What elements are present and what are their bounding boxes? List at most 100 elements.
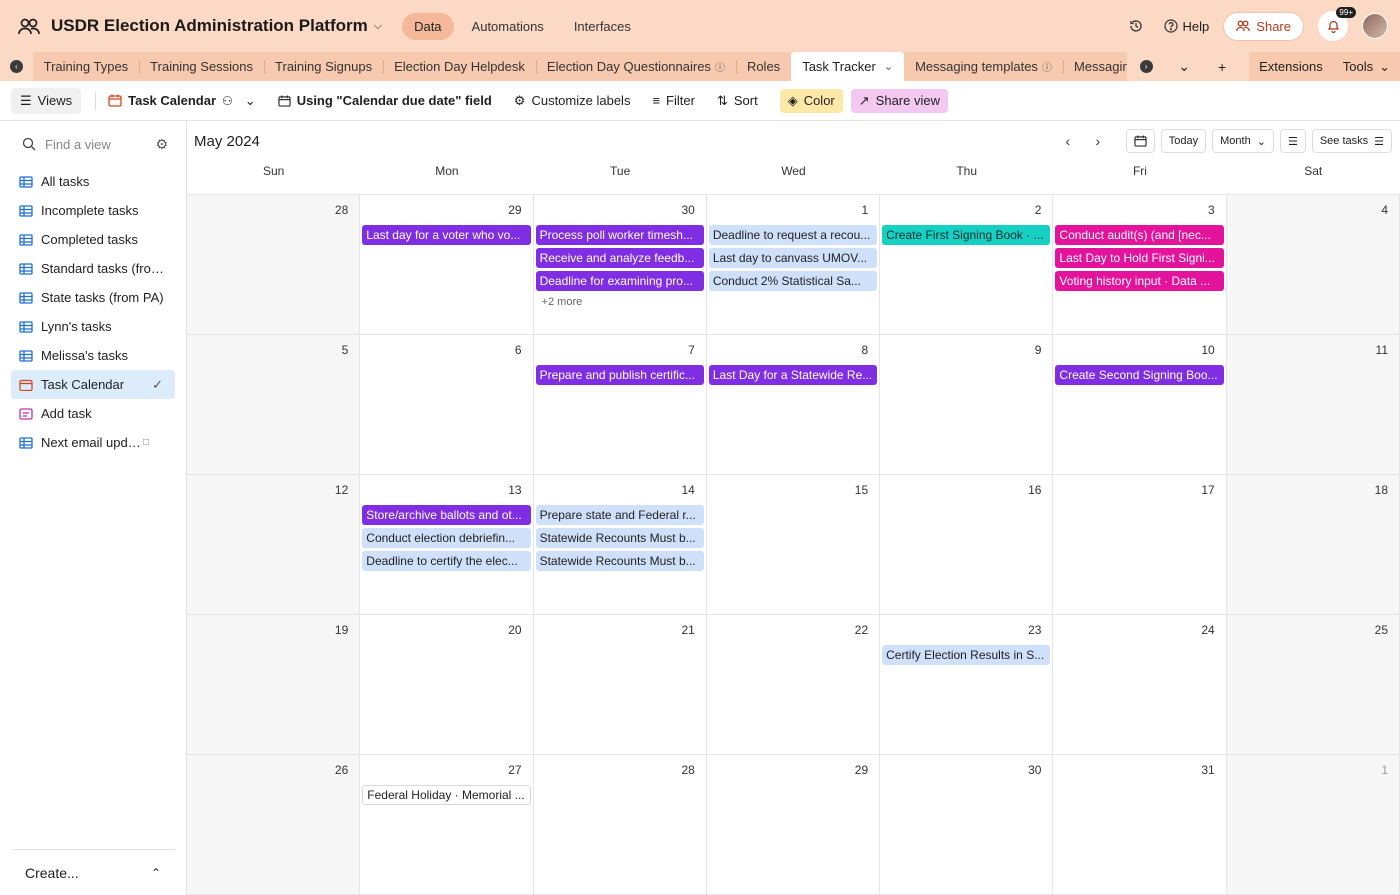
- tab-election-day-helpdesk[interactable]: Election Day Helpdesk: [383, 52, 536, 81]
- views-toggle-button[interactable]: ☰ Views: [11, 87, 82, 114]
- extensions-button[interactable]: Extensions: [1249, 52, 1333, 81]
- calendar-day-cell[interactable]: 9: [880, 335, 1054, 475]
- tab-task-tracker[interactable]: Task Tracker ⌄: [791, 52, 905, 81]
- all-tables-chevron-icon[interactable]: ⌄: [1165, 52, 1203, 81]
- calendar-day-cell[interactable]: 2 Create First Signing Book · ...: [880, 195, 1054, 335]
- calendar-event[interactable]: Process poll worker timesh...: [535, 225, 704, 245]
- tab-training-types[interactable]: Training Types: [33, 52, 140, 81]
- base-title[interactable]: USDR Election Administration Platform: [51, 16, 368, 36]
- calendar-day-cell[interactable]: 1: [1226, 755, 1400, 895]
- scroll-tabs-left-button[interactable]: ‹: [0, 52, 33, 81]
- calendar-day-cell[interactable]: 29 Last day for a voter who vo...: [360, 195, 534, 335]
- filter-button[interactable]: ≡ Filter: [652, 93, 694, 108]
- calendar-event[interactable]: Create First Signing Book · ...: [882, 225, 1051, 245]
- calendar-day-cell[interactable]: 3 Conduct audit(s) (and [nec... Last Day t…: [1053, 195, 1227, 335]
- sidebar-view-item[interactable]: Next email update □: [11, 428, 175, 457]
- sidebar-toggle-button[interactable]: ☰: [1279, 129, 1306, 153]
- share-button[interactable]: Share: [1223, 11, 1304, 41]
- calendar-event[interactable]: Statewide Recounts Must b...: [535, 551, 704, 571]
- calendar-day-cell[interactable]: 25: [1226, 615, 1400, 755]
- date-field-button[interactable]: Using "Calendar due date" field: [278, 93, 492, 108]
- calendar-event[interactable]: Prepare state and Federal r...: [535, 505, 704, 525]
- calendar-day-cell[interactable]: 7 Prepare and publish certific...: [533, 335, 707, 475]
- base-people-icon[interactable]: [18, 15, 40, 37]
- info-icon[interactable]: ⓘ: [715, 59, 725, 74]
- tools-button[interactable]: Tools ⌄: [1333, 52, 1400, 81]
- see-tasks-button[interactable]: See tasks ☰: [1311, 129, 1392, 153]
- calendar-day-cell[interactable]: 18: [1226, 475, 1400, 615]
- calendar-day-cell[interactable]: 31: [1053, 755, 1227, 895]
- find-view-input[interactable]: Find a view: [45, 137, 155, 152]
- calendar-event[interactable]: Receive and analyze feedb...: [535, 248, 704, 268]
- calendar-event[interactable]: Last Day to Hold First Signi...: [1055, 248, 1224, 268]
- share-view-button[interactable]: ↗ Share view: [850, 88, 948, 113]
- sort-button[interactable]: ⇅ Sort: [717, 93, 758, 109]
- calendar-day-cell[interactable]: 30: [880, 755, 1054, 895]
- nav-automations[interactable]: Automations: [460, 13, 556, 40]
- sidebar-view-item[interactable]: Incomplete tasks: [11, 196, 175, 225]
- tab-messaging-log[interactable]: Messaging log: [1062, 52, 1127, 81]
- add-table-plus-icon[interactable]: +: [1203, 52, 1241, 81]
- calendar-day-cell[interactable]: 8 Last Day for a Statewide Re...: [706, 335, 881, 475]
- calendar-event[interactable]: Conduct election debriefin...: [362, 528, 531, 548]
- calendar-day-cell[interactable]: 20: [360, 615, 534, 755]
- sidebar-view-item[interactable]: Lynn's tasks: [11, 312, 175, 341]
- calendar-day-cell[interactable]: 13 Store/archive ballots and ot... Conduct…: [360, 475, 534, 615]
- calendar-event[interactable]: Store/archive ballots and ot...: [362, 505, 531, 525]
- calendar-event[interactable]: Last Day for a Statewide Re...: [708, 365, 878, 385]
- sidebar-view-item[interactable]: Completed tasks: [11, 225, 175, 254]
- sidebar-view-item[interactable]: Add task: [11, 399, 175, 428]
- calendar-event[interactable]: Last day for a voter who vo...: [362, 225, 531, 245]
- calendar-day-cell[interactable]: 24: [1053, 615, 1227, 755]
- calendar-day-cell[interactable]: 19: [187, 615, 361, 755]
- calendar-event[interactable]: Create Second Signing Boo...: [1055, 365, 1224, 385]
- calendar-day-cell[interactable]: 28: [533, 755, 707, 895]
- calendar-event[interactable]: Prepare and publish certific...: [535, 365, 704, 385]
- calendar-event[interactable]: Conduct 2% Statistical Sa...: [708, 271, 878, 291]
- calendar-day-cell[interactable]: 27 Federal Holiday · Memorial ...: [360, 755, 534, 895]
- calendar-event[interactable]: Statewide Recounts Must b...: [535, 528, 704, 548]
- history-icon[interactable]: [1126, 16, 1146, 36]
- customize-labels-button[interactable]: ⚙ Customize labels: [514, 93, 631, 109]
- create-view-button[interactable]: Create... ⌃: [11, 849, 175, 895]
- sidebar-view-item[interactable]: State tasks (from PA): [11, 283, 175, 312]
- calendar-day-cell[interactable]: 23 Certify Election Results in S...: [880, 615, 1054, 755]
- gear-icon[interactable]: ⚙: [155, 136, 168, 153]
- sidebar-view-item[interactable]: Melissa's tasks: [11, 341, 175, 370]
- calendar-day-cell[interactable]: 16: [880, 475, 1054, 615]
- range-select[interactable]: Month ⌄: [1212, 129, 1274, 153]
- user-avatar[interactable]: [1362, 13, 1388, 39]
- calendar-day-cell[interactable]: 30 Process poll worker timesh... Receive a…: [533, 195, 707, 335]
- calendar-day-cell[interactable]: 5: [187, 335, 361, 475]
- tab-messaging-templates[interactable]: Messaging templates ⓘ: [904, 52, 1063, 81]
- calendar-day-cell[interactable]: 10 Create Second Signing Boo...: [1053, 335, 1227, 475]
- today-button[interactable]: Today: [1160, 129, 1207, 153]
- date-picker-button[interactable]: [1125, 129, 1155, 153]
- chevron-down-icon[interactable]: ⌄: [884, 60, 893, 73]
- sidebar-view-item[interactable]: Task Calendar ✓: [11, 370, 175, 399]
- tab-roles[interactable]: Roles: [735, 52, 791, 81]
- calendar-event[interactable]: Last day to canvass UMOV...: [708, 248, 878, 268]
- calendar-day-cell[interactable]: 6: [360, 335, 534, 475]
- scroll-tabs-right-button[interactable]: ›: [1127, 52, 1165, 81]
- calendar-event[interactable]: Voting history input · Data ...: [1055, 271, 1224, 291]
- calendar-day-cell[interactable]: 4: [1226, 195, 1400, 335]
- current-view-button[interactable]: Task Calendar ⚇ ⌄: [108, 93, 256, 109]
- tab-training-signups[interactable]: Training Signups: [264, 52, 383, 81]
- calendar-event[interactable]: Deadline to request a recou...: [708, 225, 878, 245]
- notifications-button[interactable]: 99+: [1318, 7, 1356, 41]
- calendar-day-cell[interactable]: 12: [187, 475, 361, 615]
- calendar-day-cell[interactable]: 21: [533, 615, 707, 755]
- calendar-day-cell[interactable]: 28: [187, 195, 361, 335]
- previous-month-button[interactable]: ‹: [1056, 129, 1080, 153]
- nav-interfaces[interactable]: Interfaces: [562, 13, 643, 40]
- calendar-day-cell[interactable]: 15: [706, 475, 881, 615]
- calendar-day-cell[interactable]: 29: [706, 755, 881, 895]
- sidebar-view-item[interactable]: Standard tasks (from...: [11, 254, 175, 283]
- next-month-button[interactable]: ›: [1086, 129, 1110, 153]
- calendar-event[interactable]: Conduct audit(s) (and [nec...: [1055, 225, 1224, 245]
- color-button[interactable]: ◈ Color: [779, 88, 843, 113]
- calendar-event[interactable]: Deadline for examining pro...: [535, 271, 704, 291]
- sidebar-view-item[interactable]: All tasks: [11, 167, 175, 196]
- help-button[interactable]: Help: [1163, 19, 1209, 34]
